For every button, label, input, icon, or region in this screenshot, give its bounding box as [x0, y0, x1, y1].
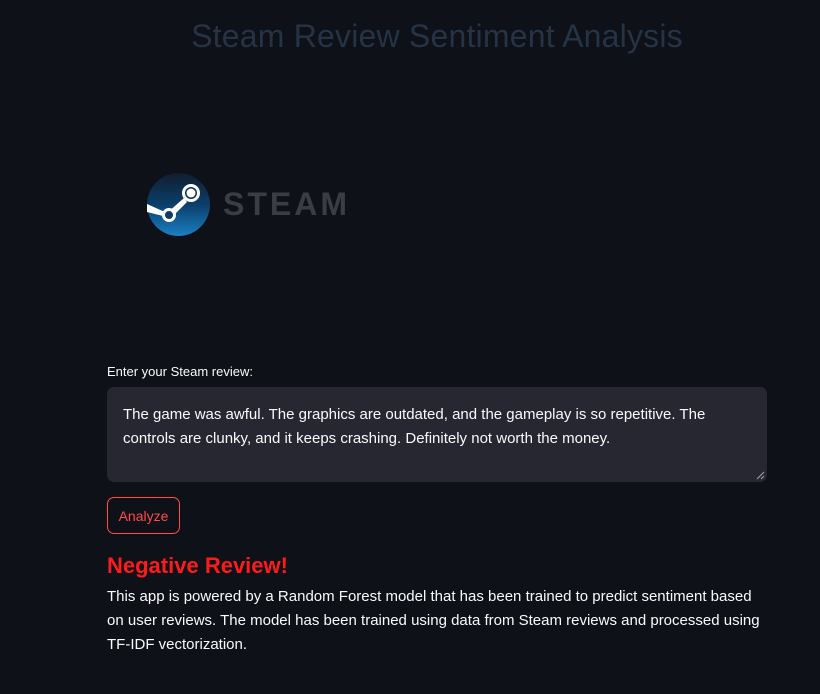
steam-logo-text: STEAM [223, 186, 350, 222]
model-description: This app is powered by a Random Forest m… [107, 588, 760, 653]
review-input-label: Enter your Steam review: [107, 364, 253, 379]
analyze-button[interactable]: Analyze [107, 497, 180, 534]
resize-handle-icon[interactable] [755, 470, 765, 480]
page-title: Steam Review Sentiment Analysis [191, 18, 683, 54]
steam-logo: STEAM [147, 173, 350, 236]
app-page: Steam Review Sentiment Analysis STEAM En… [0, 0, 820, 694]
review-textarea[interactable]: The game was awful. The graphics are out… [107, 387, 767, 482]
steam-logo-icon [147, 173, 210, 236]
sentiment-result: Negative Review! [107, 553, 288, 578]
